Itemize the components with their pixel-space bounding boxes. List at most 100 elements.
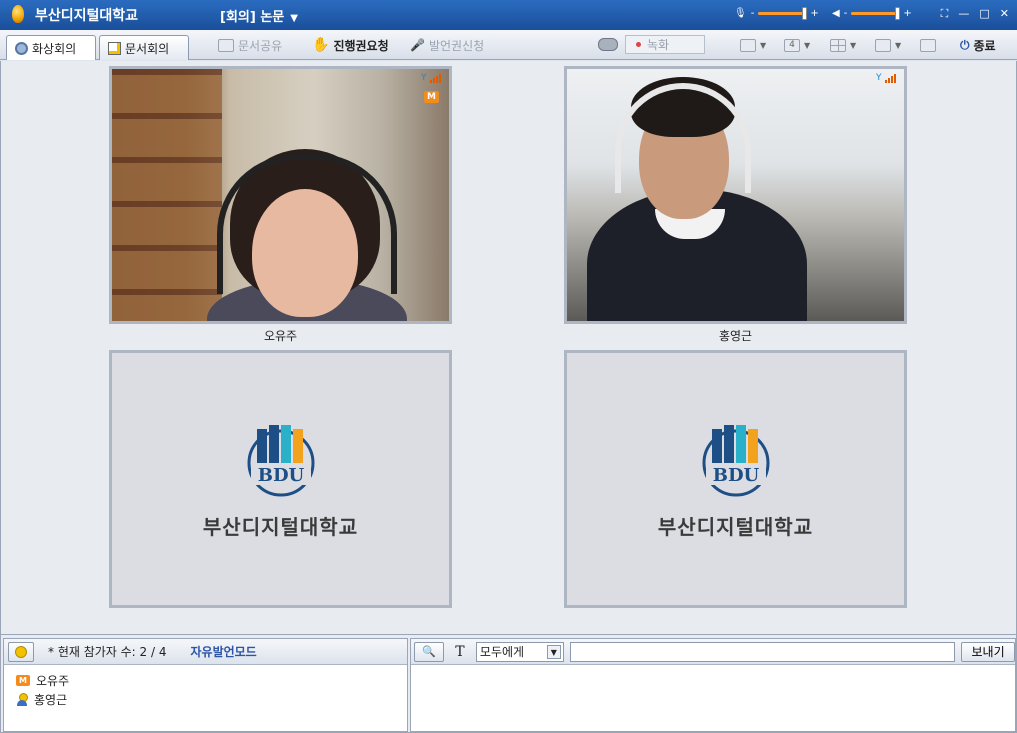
- screen-size-dropdown[interactable]: ▼: [875, 36, 901, 54]
- document-edit-icon: [108, 41, 121, 55]
- participant-name: 오유주: [36, 674, 70, 688]
- chevron-down-icon[interactable]: ▼: [546, 644, 561, 659]
- record-dot-icon: [636, 42, 641, 47]
- video-name-label-2: 홍영근: [718, 329, 753, 343]
- video-name-label-1: 오유주: [263, 329, 298, 343]
- invite-user-button[interactable]: [8, 641, 34, 662]
- camera-icon[interactable]: [598, 38, 618, 51]
- keyboard-icon: [920, 38, 936, 52]
- audio-settings-dropdown[interactable]: ▼: [740, 36, 766, 54]
- send-button[interactable]: 보내기: [961, 641, 1015, 662]
- exit-button[interactable]: ⏻ 종료: [960, 36, 996, 54]
- font-settings-icon[interactable]: T: [450, 644, 470, 660]
- minus-icon: -: [843, 8, 848, 19]
- user-icon: [16, 693, 28, 706]
- chat-toolbar: 🔍 T 모두에게 ▼ 보내기: [411, 639, 1015, 665]
- video-feed-2: Y: [567, 69, 904, 321]
- headset: [217, 154, 397, 294]
- chevron-down-icon: ▼: [895, 40, 902, 50]
- tab-label: 문서회의: [125, 41, 170, 56]
- toolbar: 화상회의 문서회의 문서공유 ✋ 진행권요청 🎤 발언권신청 녹화 ▼ 4 ▼ ▼…: [0, 30, 1017, 60]
- speaker-volume-knob[interactable]: [895, 7, 901, 20]
- raise-hand-icon: ✋: [312, 37, 330, 53]
- record-label: 녹화: [647, 38, 670, 52]
- add-user-icon: [15, 645, 27, 658]
- school-name: 부산디지털대학교: [202, 514, 359, 539]
- tab-label: 화상회의: [32, 41, 77, 56]
- share-document-label: 문서공유: [238, 38, 283, 53]
- participant-count: * 현재 참가자 수: 2 / 4: [48, 645, 167, 659]
- title-bar: 부산디지털대학교 [회의] 논문 ▼ 🎙 - + ◀ - + ⛶ — □ ✕: [0, 0, 1017, 30]
- share-document-button[interactable]: 문서공유: [218, 36, 282, 54]
- svg-text:BDU: BDU: [712, 465, 759, 486]
- bdu-logo-icon: BDU: [702, 424, 769, 496]
- chat-log[interactable]: [411, 665, 1015, 731]
- tab-document-meeting[interactable]: 문서회의: [99, 35, 189, 60]
- minimize-icon[interactable]: —: [958, 7, 969, 21]
- video-feed-1: Y M: [112, 69, 449, 321]
- school-name: 부산디지털대학교: [657, 514, 814, 539]
- bdu-logo-icon: BDU: [247, 424, 314, 496]
- speaking-mode: 자유발언모드: [190, 645, 257, 659]
- moderator-badge-icon: M: [16, 675, 30, 686]
- maximize-icon[interactable]: □: [979, 7, 989, 21]
- request-speak-label: 발언권신청: [428, 38, 485, 53]
- magnifier-icon: 🔍: [422, 645, 436, 658]
- bookshelf: [112, 69, 222, 321]
- window-controls: ⛶ — □ ✕: [941, 7, 1009, 21]
- grid-icon: [830, 38, 846, 52]
- participant-count-dropdown[interactable]: 4 ▼: [784, 36, 810, 54]
- emoticon-button[interactable]: 🔍: [414, 641, 444, 662]
- mic-volume-knob[interactable]: [802, 7, 808, 20]
- empty-video-slot-1[interactable]: BDU 부산디지털대학교: [109, 350, 452, 608]
- plus-icon: +: [903, 8, 912, 19]
- signal-strength-icon: Y: [421, 73, 441, 83]
- empty-slot-content: BDU 부산디지털대학교: [567, 353, 904, 605]
- video-panel-1[interactable]: Y M: [109, 66, 452, 324]
- speaker-volume-slider[interactable]: ◀ - +: [832, 7, 912, 20]
- layout-count-value: 4: [784, 38, 800, 52]
- participant-list: M 오유주 홍영근: [4, 665, 407, 709]
- request-lead-button[interactable]: ✋ 진행권요청: [312, 36, 389, 54]
- video-panel-2[interactable]: Y: [564, 66, 907, 324]
- fullscreen-icon[interactable]: ⛶: [941, 7, 949, 21]
- recipient-value: 모두에게: [479, 645, 525, 659]
- close-icon[interactable]: ✕: [1000, 7, 1009, 21]
- request-lead-label: 진행권요청: [333, 38, 389, 53]
- svg-text:BDU: BDU: [257, 465, 304, 486]
- mic-volume-slider[interactable]: 🎙 - +: [734, 7, 819, 20]
- moderator-badge-icon: M: [424, 91, 439, 103]
- chevron-down-icon: ▼: [760, 40, 767, 50]
- chevron-down-icon: ▼: [850, 40, 857, 50]
- grid-layout-dropdown[interactable]: ▼: [830, 36, 856, 54]
- participants-header: * 현재 참가자 수: 2 / 4 자유발언모드: [4, 639, 407, 665]
- webcam-icon: [15, 41, 28, 55]
- signal-strength-icon: Y: [876, 73, 896, 83]
- plus-icon: +: [810, 8, 819, 19]
- meeting-title-label: [회의] 논문: [220, 10, 285, 25]
- minus-icon: -: [750, 8, 755, 19]
- mic-icon: 🎙: [734, 8, 747, 19]
- tab-video-meeting[interactable]: 화상회의: [6, 35, 96, 60]
- request-speak-button[interactable]: 🎤 발언권신청: [410, 36, 484, 54]
- recipient-select[interactable]: 모두에게 ▼: [475, 641, 564, 662]
- participants-pane: * 현재 참가자 수: 2 / 4 자유발언모드 M 오유주 홍영근: [3, 638, 408, 732]
- chevron-down-icon: ▼: [290, 13, 298, 24]
- chat-input[interactable]: [569, 641, 956, 662]
- mic-volume-track[interactable]: [758, 7, 808, 20]
- chat-pane: 🔍 T 모두에게 ▼ 보내기: [410, 638, 1016, 732]
- bottom-panel: * 현재 참가자 수: 2 / 4 자유발언모드 M 오유주 홍영근 🔍 T 모…: [0, 634, 1017, 733]
- speaker-icon: ◀: [832, 8, 840, 19]
- meeting-title-dropdown[interactable]: [회의] 논문 ▼: [220, 6, 298, 25]
- share-icon: [218, 38, 234, 52]
- app-logo-icon: [9, 5, 27, 25]
- settings-button[interactable]: [920, 36, 936, 54]
- video-grid: Y M 오유주 Y 홍영근 BDU 부산디지털대학교 BDU 부산디지털대학교: [0, 61, 1017, 634]
- record-button[interactable]: 녹화: [625, 35, 705, 54]
- list-item[interactable]: M 오유주: [16, 671, 407, 690]
- speaker-settings-icon: [740, 38, 756, 52]
- list-item[interactable]: 홍영근: [16, 690, 407, 709]
- speaker-volume-track[interactable]: [851, 7, 901, 20]
- empty-video-slot-2[interactable]: BDU 부산디지털대학교: [564, 350, 907, 608]
- microphone-icon: 🎤: [410, 38, 425, 52]
